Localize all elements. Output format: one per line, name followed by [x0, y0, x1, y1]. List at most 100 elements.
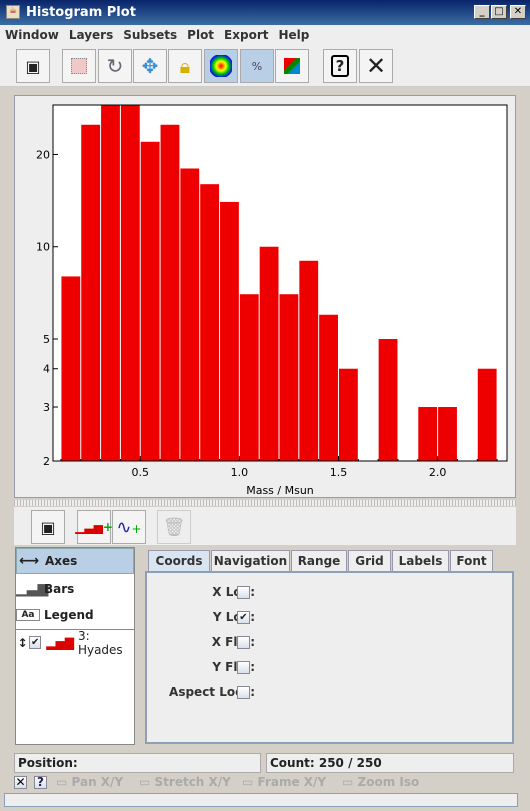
close-window-button[interactable]: ✕	[510, 5, 526, 19]
layer-visible-checkbox[interactable]: ✔	[29, 636, 42, 649]
help-icon: ?	[330, 55, 350, 77]
layer-item-legend[interactable]: Aa Legend	[16, 602, 134, 628]
add-function-icon: ∿+	[116, 516, 142, 538]
x-flip-row: X Flip:	[211, 635, 255, 649]
maximize-button[interactable]: □	[491, 5, 507, 19]
add-histogram-icon: ▁▃▅+	[75, 520, 113, 534]
add-histogram-button[interactable]: ▁▃▅+	[75, 510, 113, 544]
histogram-bar	[200, 184, 220, 461]
menu-subsets[interactable]: Subsets	[118, 25, 182, 42]
frame-xy-button[interactable]: ▭ Frame X/Y	[242, 775, 326, 789]
minimize-button[interactable]: _	[474, 5, 490, 19]
window-button[interactable]: ▣	[16, 49, 50, 83]
y-tick-label: 2	[43, 455, 50, 468]
normalise-button[interactable]: %	[240, 49, 274, 83]
toolbar: ▣ ↻ ✥ 🔒︎ % ? ✕	[0, 45, 530, 87]
x-flip-checkbox[interactable]	[237, 636, 250, 649]
aspect-lock-row: Aspect Lock:	[169, 685, 255, 699]
tab-grid[interactable]: Grid	[348, 550, 391, 572]
x-tick-label: 2.0	[429, 466, 447, 479]
menu-plot[interactable]: Plot	[182, 25, 219, 42]
add-function-button[interactable]: ∿+	[112, 510, 146, 544]
tab-bar: Coords Navigation Range Grid Labels Font	[145, 550, 515, 572]
layer-item-hyades[interactable]: ↕ ✔ ▂▅▇ 3: Hyades	[16, 629, 134, 657]
histogram-bar	[438, 407, 457, 461]
menu-help[interactable]: Help	[273, 25, 314, 42]
split-divider[interactable]	[14, 500, 516, 506]
control-window-button[interactable]: ▣	[31, 510, 65, 544]
delete-layer-button[interactable]: 🗑︎	[157, 510, 191, 544]
y-flip-checkbox[interactable]	[237, 661, 250, 674]
control-toolbar: ▣ ▁▃▅+ ∿+ 🗑︎	[14, 507, 516, 545]
help-icon[interactable]: ?	[34, 776, 47, 789]
tab-range[interactable]: Range	[291, 550, 347, 572]
pan-xy-button[interactable]: ▭ Pan X/Y	[56, 775, 123, 789]
y-tick-label: 10	[36, 241, 50, 254]
y-log-checkbox[interactable]: ✔	[237, 611, 250, 624]
y-tick-label: 20	[36, 148, 50, 161]
title-bar: ☕ Histogram Plot _ □ ✕	[0, 0, 530, 25]
x-tick-label: 0.5	[131, 466, 149, 479]
window-icon: ▣	[40, 517, 56, 537]
legend-icon: Aa	[16, 609, 40, 621]
histogram-bar	[338, 368, 358, 461]
axis-lock-button[interactable]: 🔒︎	[168, 49, 202, 83]
rescale-icon: ↻	[106, 54, 124, 78]
y-flip-row: Y Flip:	[212, 660, 255, 674]
count-status: Count: 250 / 250	[266, 753, 514, 773]
x-log-checkbox[interactable]	[237, 586, 250, 599]
histogram-bar	[299, 260, 319, 461]
tab-coords[interactable]: Coords	[148, 550, 210, 572]
navigation-icon: ✥	[141, 54, 159, 78]
menu-export[interactable]: Export	[219, 25, 273, 42]
x-log-row: X Log:	[212, 585, 255, 599]
aspect-lock-checkbox[interactable]	[237, 686, 250, 699]
normalise-icon: %	[251, 59, 263, 73]
drag-handle-icon[interactable]: ↕	[16, 636, 29, 650]
histogram-chart[interactable]: 0.5 1.0 1.5 2.0 2 3 4 5 10 20 Mass / Msun	[15, 96, 515, 497]
stretch-xy-button[interactable]: ▭ Stretch X/Y	[139, 775, 231, 789]
plot-panel: 0.5 1.0 1.5 2.0 2 3 4 5 10 20 Mass / Msun	[14, 95, 516, 498]
clear-icon[interactable]: ✕	[14, 776, 27, 789]
histogram-bar	[477, 368, 497, 461]
histogram-bar	[259, 246, 279, 461]
axes-icon: ⟷	[18, 553, 40, 569]
y-tick-label: 5	[43, 333, 50, 346]
layer-item-bars[interactable]: ▁▃▆ Bars	[16, 576, 134, 602]
menu-bar: Window Layers Subsets Plot Export Help	[0, 25, 530, 45]
y-log-row: Y Log: ✔	[212, 610, 255, 624]
x-tick-label: 1.5	[330, 466, 348, 479]
histogram-bar	[180, 168, 200, 462]
layer-item-axes[interactable]: ⟷ Axes	[16, 548, 134, 574]
navigation-bar: ✕ ? ▭ Pan X/Y ▭ Stretch X/Y ▭ Frame X/Y …	[14, 775, 514, 793]
x-axis-label: Mass / Msun	[246, 484, 314, 497]
histogram-bar	[279, 294, 299, 461]
tab-labels[interactable]: Labels	[392, 550, 449, 572]
histogram-bar	[319, 314, 338, 461]
histogram-bar	[160, 124, 180, 461]
close-button[interactable]: ✕	[359, 49, 393, 83]
histogram-bar	[81, 124, 101, 461]
y-tick-label: 4	[43, 363, 50, 376]
x-tick-label: 1.0	[231, 466, 249, 479]
bars-icon: ▁▃▆	[16, 581, 49, 597]
rescale-button[interactable]: ↻	[98, 49, 132, 83]
java-app-icon: ☕	[6, 5, 20, 19]
menu-layers[interactable]: Layers	[64, 25, 118, 42]
position-status: Position:	[14, 753, 261, 773]
subset-draw-button[interactable]	[62, 49, 96, 83]
export-image-button[interactable]	[275, 49, 309, 83]
tab-font[interactable]: Font	[450, 550, 493, 572]
density-button[interactable]	[204, 49, 238, 83]
histogram-bar	[101, 105, 120, 461]
zoom-iso-button[interactable]: ▭ Zoom Iso	[342, 775, 419, 789]
menu-window[interactable]: Window	[0, 25, 64, 42]
histogram-bar	[239, 294, 259, 461]
navigation-button[interactable]: ✥	[133, 49, 167, 83]
tab-navigation[interactable]: Navigation	[211, 550, 290, 572]
window-title: Histogram Plot	[26, 5, 136, 20]
axis-lock-icon: 🔒︎	[179, 54, 191, 78]
histogram-bar	[220, 201, 239, 462]
help-button[interactable]: ?	[323, 49, 357, 83]
coords-panel: X Log: Y Log: ✔ X Flip: Y Flip: Aspect Lo…	[145, 571, 514, 744]
